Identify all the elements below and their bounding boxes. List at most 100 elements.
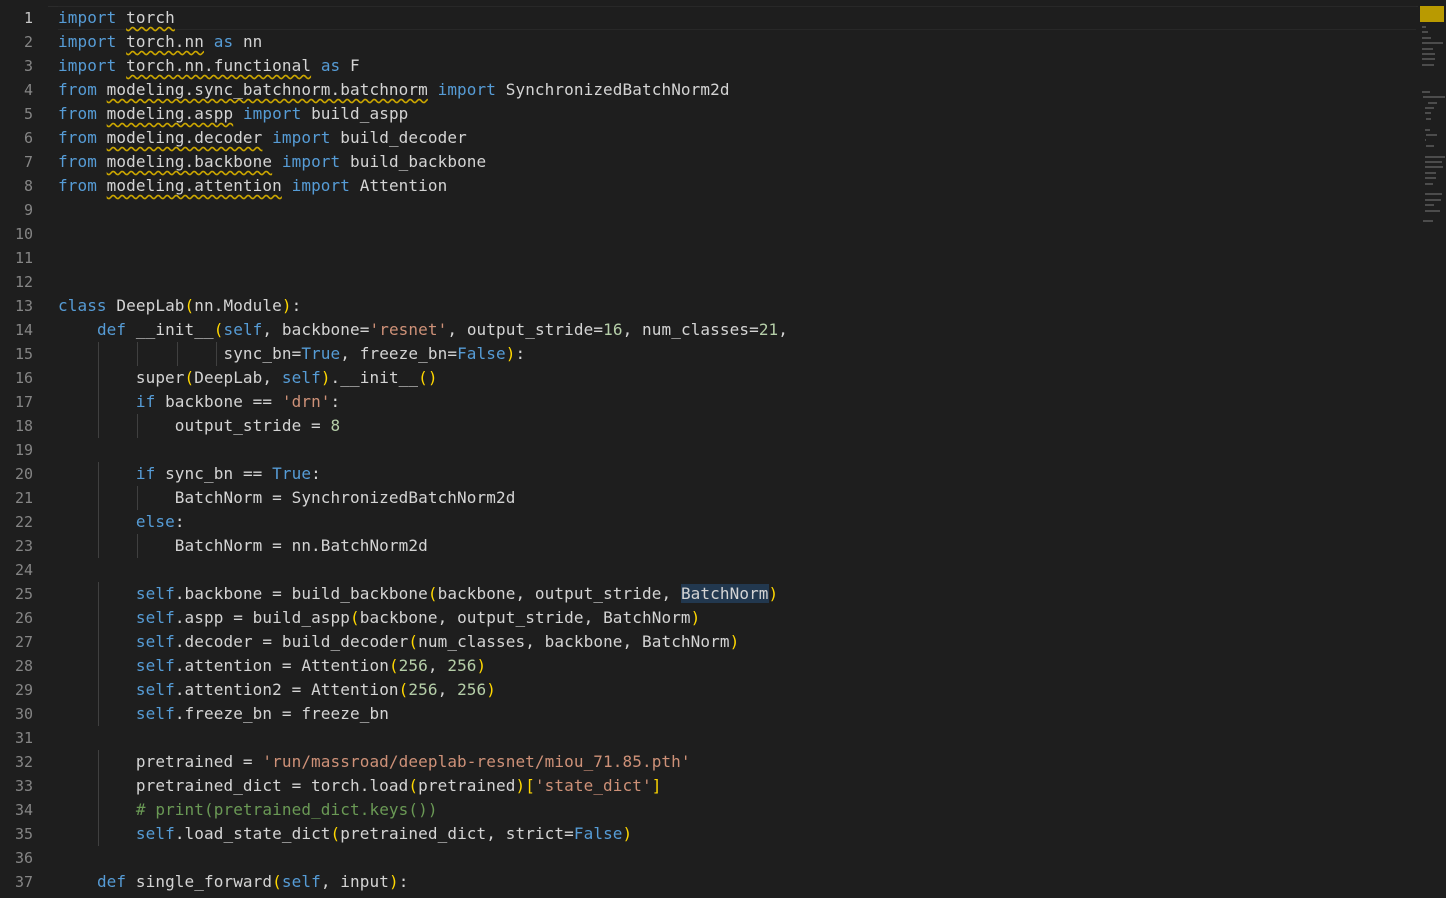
minimap-line [1424,171,1436,174]
indent-guide [97,654,99,678]
line-number: 17 [14,393,33,411]
code-line[interactable]: import torch.nn.functional as F [58,54,1416,78]
minimap-line [1422,58,1436,61]
line-number: 33 [14,777,33,795]
line-number: 35 [14,825,33,843]
code-line[interactable] [58,438,1416,462]
code-text: self.freeze_bn = freeze_bn [135,704,389,723]
line-number: 1 [23,9,33,27]
code-line[interactable]: import torch [58,6,1416,30]
code-line[interactable]: def __init__(self, backbone='resnet', ou… [58,318,1416,342]
code-line[interactable]: from modeling.aspp import build_aspp [58,102,1416,126]
line-number: 2 [23,33,33,51]
indent-guide [97,366,99,390]
line-number: 16 [14,369,33,387]
code-line[interactable]: self.attention2 = Attention(256, 256) [58,678,1416,702]
code-line[interactable]: # print(pretrained_dict.keys()) [58,798,1416,822]
indent-guide [97,750,99,774]
code-text: self.attention = Attention(256, 256) [135,656,487,675]
minimap-line [1422,31,1429,34]
code-text: else: [135,512,185,531]
line-number: 8 [23,177,33,195]
minimap-line [1422,36,1432,39]
indent-guide [97,390,99,414]
code-line[interactable]: pretrained_dict = torch.load(pretrained)… [58,774,1416,798]
code-text: BatchNorm = SynchronizedBatchNorm2d [58,488,516,507]
code-line[interactable]: def single_forward(self, input): [58,870,1416,894]
line-number: 11 [14,249,33,267]
code-text: from modeling.aspp import build_aspp [58,104,409,123]
minimap-line [1424,166,1444,169]
line-number: 30 [14,705,33,723]
code-line[interactable]: self.aspp = build_aspp(backbone, output_… [58,606,1416,630]
code-line[interactable]: super(DeepLab, self).__init__() [58,366,1416,390]
line-number: 22 [14,513,33,531]
code-line[interactable]: self.backbone = build_backbone(backbone,… [58,582,1416,606]
indent-guide [176,342,178,366]
code-line[interactable]: if sync_bn == True: [58,462,1416,486]
code-line[interactable]: BatchNorm = nn.BatchNorm2d [58,534,1416,558]
code-line[interactable]: else: [58,510,1416,534]
code-text: super(DeepLab, self).__init__() [58,368,438,387]
minimap-line [1422,26,1426,28]
line-number-gutter[interactable]: 1 2 3 4 5 6 7 8 9 10 11 12 13 14 15 16 17 18 19 20 21 22 23 24 2… [0,6,48,898]
code-line[interactable] [58,558,1416,582]
code-text: self.attention2 = Attention(256, 256) [135,680,497,699]
code-line[interactable]: pretrained = 'run/massroad/deeplab-resne… [58,750,1416,774]
code-line[interactable]: self.decoder = build_decoder(num_classes… [58,630,1416,654]
code-line[interactable] [58,726,1416,750]
minimap-line [1427,101,1438,104]
code-area[interactable]: import torch import torch.nn as nn import … [58,6,1416,898]
minimap-line [1424,161,1443,163]
code-text: sync_bn=True, freeze_bn=False): [58,344,526,363]
minimap-line [1424,107,1435,109]
indent-guide [97,534,99,558]
minimap-line [1426,144,1434,147]
code-editor[interactable]: 1 2 3 4 5 6 7 8 9 10 11 12 13 14 15 16 17 18 19 20 21 22 23 24 2… [0,0,1446,898]
code-line[interactable] [58,198,1416,222]
code-line[interactable]: from modeling.sync_batchnorm.batchnorm i… [58,78,1416,102]
code-text: # print(pretrained_dict.keys()) [135,800,438,819]
minimap-line [1422,42,1443,45]
code-line[interactable]: sync_bn=True, freeze_bn=False): [58,342,1416,366]
code-line[interactable] [58,270,1416,294]
indent-guide [97,630,99,654]
code-line[interactable]: from modeling.attention import Attention [58,174,1416,198]
code-line[interactable]: from modeling.backbone import build_back… [58,150,1416,174]
code-text: from modeling.decoder import build_decod… [58,128,467,147]
minimap[interactable] [1418,6,1446,898]
code-line[interactable]: self.freeze_bn = freeze_bn [58,702,1416,726]
code-line[interactable]: BatchNorm = SynchronizedBatchNorm2d [58,486,1416,510]
minimap-line [1423,96,1445,99]
line-number: 23 [14,537,33,555]
code-text: from modeling.backbone import build_back… [58,152,487,171]
code-line[interactable]: from modeling.decoder import build_decod… [58,126,1416,150]
code-line[interactable] [58,846,1416,870]
code-line[interactable]: import torch.nn as nn [58,30,1416,54]
indent-guide [97,486,99,510]
minimap-line [1422,90,1430,93]
code-line[interactable]: self.attention = Attention(256, 256) [58,654,1416,678]
minimap-slider[interactable] [1420,6,1444,22]
code-line[interactable]: class DeepLab(nn.Module): [58,294,1416,318]
code-line[interactable] [58,222,1416,246]
code-text: pretrained_dict = torch.load(pretrained)… [58,776,662,795]
minimap-line [1422,47,1433,50]
line-number: 29 [14,681,33,699]
code-text: pretrained = 'run/massroad/deeplab-resne… [58,752,691,771]
line-number: 3 [23,57,33,75]
code-line[interactable]: if backbone == 'drn': [58,390,1416,414]
line-number: 14 [14,321,33,339]
code-text: import torch.nn.functional as F [58,56,360,75]
indent-guide [97,822,99,846]
code-line[interactable] [58,246,1416,270]
minimap-line [1424,139,1427,142]
minimap-line [1424,182,1433,185]
minimap-line [1423,220,1433,223]
line-number: 18 [14,417,33,435]
line-number: 20 [14,465,33,483]
code-line[interactable]: self.load_state_dict(pretrained_dict, st… [58,822,1416,846]
indent-guide [137,534,139,558]
code-line[interactable]: output_stride = 8 [58,414,1416,438]
minimap-line [1424,193,1442,196]
